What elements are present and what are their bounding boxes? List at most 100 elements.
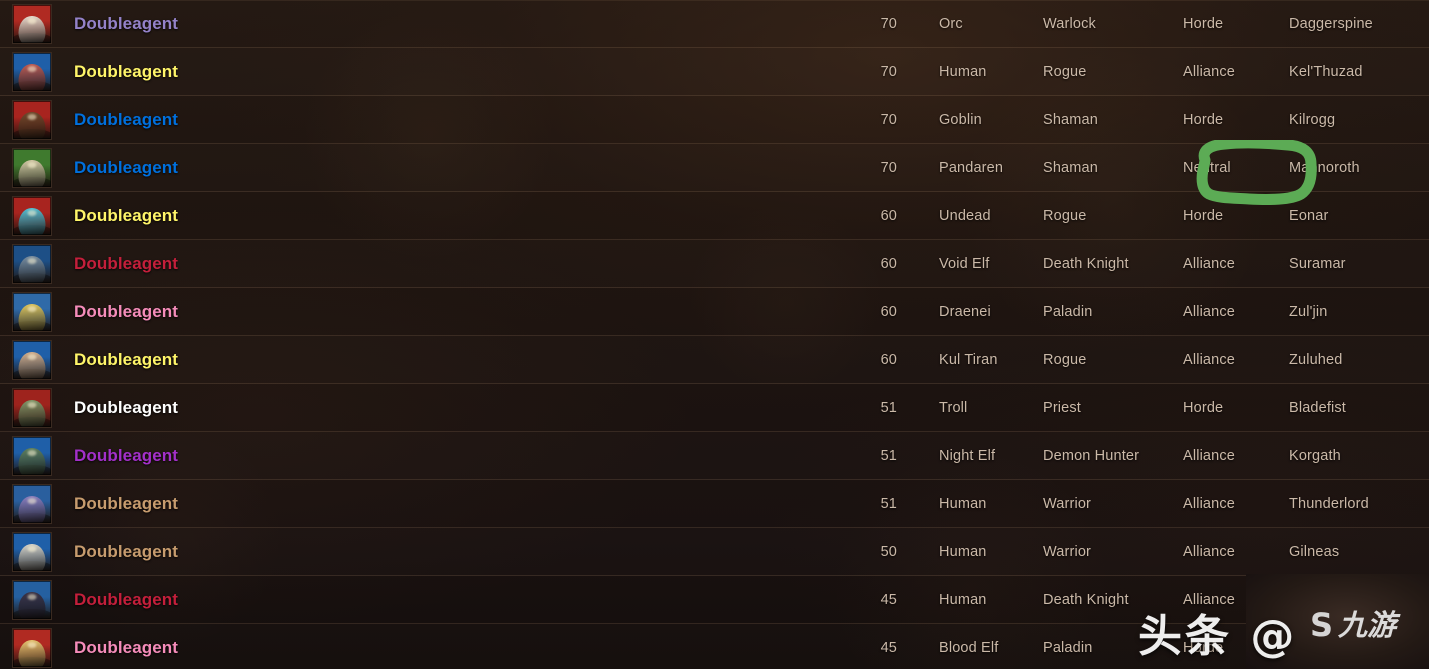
character-avatar[interactable] bbox=[12, 531, 52, 572]
character-name[interactable]: Doubleagent bbox=[74, 14, 404, 34]
character-avatar[interactable] bbox=[12, 195, 52, 236]
avatar-highlight bbox=[27, 545, 37, 552]
character-row[interactable]: Doubleagent 70 Human Rogue Alliance Kel'… bbox=[0, 48, 1429, 96]
character-avatar[interactable] bbox=[12, 483, 52, 524]
character-name[interactable]: Doubleagent bbox=[74, 110, 404, 130]
character-row[interactable]: Doubleagent 60 Undead Rogue Horde Eonar bbox=[0, 192, 1429, 240]
character-faction: Alliance bbox=[1183, 591, 1235, 608]
character-name[interactable]: Doubleagent bbox=[74, 398, 404, 418]
character-avatar[interactable] bbox=[12, 147, 52, 188]
avatar-highlight bbox=[27, 161, 37, 168]
character-name[interactable]: Doubleagent bbox=[74, 350, 404, 370]
avatar-highlight bbox=[27, 401, 37, 408]
avatar-highlight bbox=[27, 497, 37, 504]
character-row[interactable]: Doubleagent 70 Pandaren Shaman Neutral M… bbox=[0, 144, 1429, 192]
character-realm: Thunderlord bbox=[1289, 495, 1369, 512]
character-race: Human bbox=[939, 543, 987, 560]
character-faction: Alliance bbox=[1183, 303, 1235, 320]
character-avatar[interactable] bbox=[12, 243, 52, 284]
character-level: 45 bbox=[880, 639, 897, 656]
character-avatar[interactable] bbox=[12, 99, 52, 140]
avatar-highlight bbox=[27, 113, 37, 120]
character-race: Night Elf bbox=[939, 447, 996, 464]
character-name[interactable]: Doubleagent bbox=[74, 302, 404, 322]
avatar-highlight bbox=[27, 18, 37, 24]
character-row[interactable]: Doubleagent 70 Orc Warlock Horde Daggers… bbox=[0, 0, 1429, 48]
character-realm: Daggerspine bbox=[1289, 16, 1373, 32]
character-avatar[interactable] bbox=[12, 387, 52, 428]
character-class: Rogue bbox=[1043, 351, 1087, 368]
character-avatar[interactable] bbox=[12, 4, 52, 44]
character-faction: Horde bbox=[1183, 639, 1224, 656]
character-avatar[interactable] bbox=[12, 579, 52, 620]
avatar-highlight bbox=[27, 641, 37, 648]
character-race: Kul Tiran bbox=[939, 351, 998, 368]
character-race: Undead bbox=[939, 207, 991, 224]
character-name[interactable]: Doubleagent bbox=[74, 638, 404, 658]
character-class: Warlock bbox=[1043, 16, 1096, 32]
character-name[interactable]: Doubleagent bbox=[74, 590, 404, 610]
character-level: 60 bbox=[880, 351, 897, 368]
character-row[interactable]: Doubleagent 51 Troll Priest Horde Bladef… bbox=[0, 384, 1429, 432]
character-row[interactable]: Doubleagent 60 Draenei Paladin Alliance … bbox=[0, 288, 1429, 336]
character-row[interactable]: Doubleagent 60 Void Elf Death Knight All… bbox=[0, 240, 1429, 288]
character-race: Orc bbox=[939, 16, 963, 32]
character-faction: Horde bbox=[1183, 207, 1224, 224]
character-level: 51 bbox=[880, 447, 897, 464]
character-list-page: Doubleagent 70 Orc Warlock Horde Daggers… bbox=[0, 0, 1429, 669]
character-class: Paladin bbox=[1043, 639, 1093, 656]
character-name[interactable]: Doubleagent bbox=[74, 494, 404, 514]
character-level: 70 bbox=[880, 63, 897, 80]
character-realm: Korgath bbox=[1289, 447, 1341, 464]
avatar-highlight bbox=[27, 65, 37, 72]
character-name[interactable]: Doubleagent bbox=[74, 206, 404, 226]
character-race: Void Elf bbox=[939, 255, 990, 272]
character-faction: Alliance bbox=[1183, 63, 1235, 80]
character-level: 51 bbox=[880, 495, 897, 512]
character-realm: Eonar bbox=[1289, 207, 1329, 224]
character-realm: Gilneas bbox=[1289, 543, 1340, 560]
character-level: 51 bbox=[880, 399, 897, 416]
character-avatar[interactable] bbox=[12, 339, 52, 380]
character-race: Human bbox=[939, 63, 987, 80]
character-class: Shaman bbox=[1043, 159, 1098, 176]
character-name[interactable]: Doubleagent bbox=[74, 446, 404, 466]
character-avatar[interactable] bbox=[12, 51, 52, 92]
avatar-highlight bbox=[27, 305, 37, 312]
character-faction: Horde bbox=[1183, 399, 1224, 416]
character-class: Death Knight bbox=[1043, 255, 1129, 272]
character-name[interactable]: Doubleagent bbox=[74, 62, 404, 82]
character-faction: Horde bbox=[1183, 16, 1224, 32]
character-faction: Alliance bbox=[1183, 543, 1235, 560]
character-level: 60 bbox=[880, 255, 897, 272]
character-name[interactable]: Doubleagent bbox=[74, 254, 404, 274]
character-row[interactable]: Doubleagent 45 Blood Elf Paladin Horde bbox=[0, 624, 1429, 669]
character-row[interactable]: Doubleagent 70 Goblin Shaman Horde Kilro… bbox=[0, 96, 1429, 144]
character-level: 50 bbox=[880, 543, 897, 560]
character-row[interactable]: Doubleagent 51 Night Elf Demon Hunter Al… bbox=[0, 432, 1429, 480]
character-realm: Suramar bbox=[1289, 255, 1346, 272]
character-race: Goblin bbox=[939, 111, 982, 128]
character-level: 70 bbox=[880, 111, 897, 128]
character-realm: Zuluhed bbox=[1289, 351, 1343, 368]
character-class: Priest bbox=[1043, 399, 1081, 416]
character-row[interactable]: Doubleagent 50 Human Warrior Alliance Gi… bbox=[0, 528, 1429, 576]
character-realm: Bladefist bbox=[1289, 399, 1346, 416]
character-level: 60 bbox=[880, 207, 897, 224]
character-class: Demon Hunter bbox=[1043, 447, 1140, 464]
character-avatar[interactable] bbox=[12, 435, 52, 476]
character-table: Doubleagent 70 Orc Warlock Horde Daggers… bbox=[0, 0, 1429, 669]
character-race: Draenei bbox=[939, 303, 991, 320]
character-class: Rogue bbox=[1043, 207, 1087, 224]
character-row[interactable]: Doubleagent 51 Human Warrior Alliance Th… bbox=[0, 480, 1429, 528]
character-avatar[interactable] bbox=[12, 291, 52, 332]
character-row[interactable]: Doubleagent 45 Human Death Knight Allian… bbox=[0, 576, 1429, 624]
character-name[interactable]: Doubleagent bbox=[74, 542, 404, 562]
character-class: Rogue bbox=[1043, 63, 1087, 80]
character-row[interactable]: Doubleagent 60 Kul Tiran Rogue Alliance … bbox=[0, 336, 1429, 384]
character-faction: Neutral bbox=[1183, 159, 1231, 176]
character-name[interactable]: Doubleagent bbox=[74, 158, 404, 178]
character-realm: Kilrogg bbox=[1289, 111, 1336, 128]
character-faction: Alliance bbox=[1183, 495, 1235, 512]
character-avatar[interactable] bbox=[12, 627, 52, 668]
